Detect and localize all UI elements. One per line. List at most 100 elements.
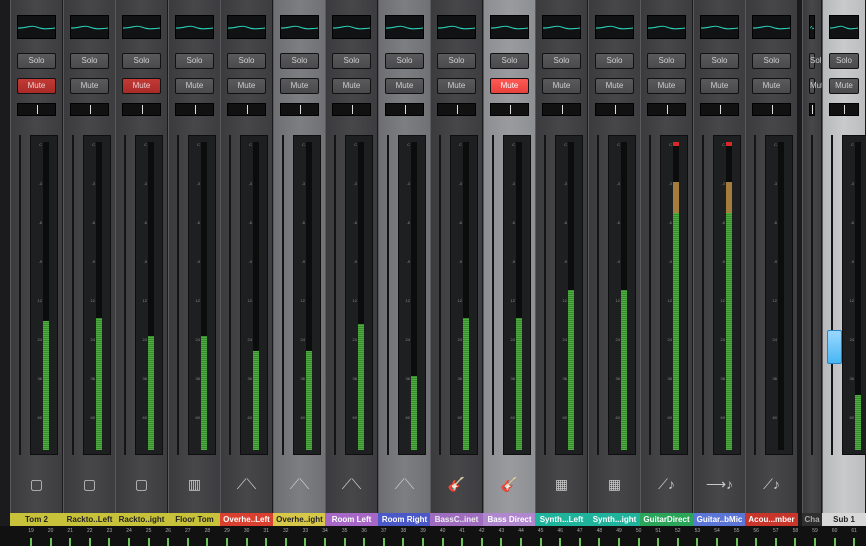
solo-button[interactable]: Solo: [17, 53, 56, 69]
routing-channel-number[interactable]: 57: [770, 528, 782, 534]
channel-name-label[interactable]: GuitarDirect: [640, 513, 693, 526]
fader-track[interactable]: [177, 135, 179, 455]
solo-button[interactable]: Solo: [829, 53, 859, 69]
solo-button[interactable]: Solo: [542, 53, 581, 69]
solo-button[interactable]: Solo: [809, 53, 826, 69]
routing-channel-number[interactable]: 46: [554, 528, 566, 534]
eq-curve-display[interactable]: [829, 15, 859, 39]
mute-button[interactable]: Mute: [175, 78, 214, 94]
routing-channel-number[interactable]: 24: [123, 528, 135, 534]
routing-channel-number[interactable]: 19: [25, 528, 37, 534]
routing-channel-number[interactable]: 48: [593, 528, 605, 534]
mute-button[interactable]: Mute: [829, 78, 859, 94]
routing-channel-number[interactable]: 56: [750, 528, 762, 534]
fader-track[interactable]: [702, 135, 704, 455]
eq-curve-display[interactable]: [542, 15, 581, 39]
solo-button[interactable]: Solo: [175, 53, 214, 69]
fader-track[interactable]: [597, 135, 599, 455]
mute-button[interactable]: Mute: [280, 78, 319, 94]
mute-button[interactable]: Mute: [752, 78, 791, 94]
pan-control[interactable]: [70, 103, 109, 116]
eq-curve-display[interactable]: [385, 15, 424, 39]
routing-channel-number[interactable]: 34: [319, 528, 331, 534]
channel-name-label[interactable]: Rackto..ight: [115, 513, 168, 526]
channel-name-label[interactable]: Tom 2: [10, 513, 63, 526]
eq-curve-display[interactable]: [175, 15, 214, 39]
solo-button[interactable]: Solo: [70, 53, 109, 69]
fader-track[interactable]: [544, 135, 546, 455]
solo-button[interactable]: Solo: [332, 53, 371, 69]
routing-channel-number[interactable]: 41: [456, 528, 468, 534]
routing-channel-number[interactable]: 59: [809, 528, 821, 534]
pan-control[interactable]: [385, 103, 424, 116]
routing-channel-number[interactable]: 29: [221, 528, 233, 534]
solo-button[interactable]: Solo: [122, 53, 161, 69]
routing-channel-number[interactable]: 37: [378, 528, 390, 534]
routing-channel-number[interactable]: 31: [260, 528, 272, 534]
eq-curve-display[interactable]: [752, 15, 791, 39]
mute-button[interactable]: Mute: [17, 78, 56, 94]
fader-track[interactable]: [334, 135, 336, 455]
pan-control[interactable]: [829, 103, 859, 116]
pan-control[interactable]: [809, 103, 815, 116]
channel-name-label[interactable]: Room Right: [378, 513, 431, 526]
routing-channel-number[interactable]: 33: [299, 528, 311, 534]
routing-channel-number[interactable]: 39: [417, 528, 429, 534]
eq-curve-display[interactable]: [647, 15, 686, 39]
eq-curve-display[interactable]: [809, 15, 815, 39]
eq-curve-display[interactable]: [700, 15, 739, 39]
pan-control[interactable]: [17, 103, 56, 116]
pan-control[interactable]: [437, 103, 476, 116]
pan-control[interactable]: [647, 103, 686, 116]
mute-button[interactable]: Mute: [595, 78, 634, 94]
routing-channel-number[interactable]: 35: [339, 528, 351, 534]
fader-track[interactable]: [387, 135, 389, 455]
routing-channel-number[interactable]: 23: [103, 528, 115, 534]
routing-channel-number[interactable]: 61: [848, 528, 860, 534]
pan-control[interactable]: [490, 103, 529, 116]
mute-button[interactable]: Mute: [122, 78, 161, 94]
mute-button[interactable]: Mute: [542, 78, 581, 94]
eq-curve-display[interactable]: [280, 15, 319, 39]
fader-track[interactable]: [831, 135, 833, 455]
channel-name-label[interactable]: BassC..inet: [430, 513, 483, 526]
eq-curve-display[interactable]: [490, 15, 529, 39]
fader-track[interactable]: [282, 135, 284, 455]
pan-control[interactable]: [595, 103, 634, 116]
channel-name-label[interactable]: Overhe..Left: [220, 513, 273, 526]
pan-control[interactable]: [332, 103, 371, 116]
channel-name-label[interactable]: Overhe..ight: [273, 513, 326, 526]
routing-channel-number[interactable]: 38: [397, 528, 409, 534]
routing-channel-number[interactable]: 55: [731, 528, 743, 534]
fader-track[interactable]: [439, 135, 441, 455]
mute-button[interactable]: Mute: [437, 78, 476, 94]
channel-name-label[interactable]: Acou...mber: [745, 513, 798, 526]
fader-track[interactable]: [754, 135, 756, 455]
eq-curve-display[interactable]: [437, 15, 476, 39]
routing-channel-number[interactable]: 27: [182, 528, 194, 534]
solo-button[interactable]: Solo: [647, 53, 686, 69]
mute-button[interactable]: Mute: [70, 78, 109, 94]
routing-channel-number[interactable]: 22: [84, 528, 96, 534]
routing-channel-number[interactable]: 50: [633, 528, 645, 534]
routing-channel-number[interactable]: 32: [280, 528, 292, 534]
pan-control[interactable]: [700, 103, 739, 116]
routing-channel-number[interactable]: 45: [535, 528, 547, 534]
mute-button[interactable]: Mute: [227, 78, 266, 94]
solo-button[interactable]: Solo: [595, 53, 634, 69]
routing-channel-number[interactable]: 36: [358, 528, 370, 534]
channel-name-label[interactable]: Sub 1: [822, 513, 866, 526]
solo-button[interactable]: Solo: [437, 53, 476, 69]
pan-control[interactable]: [280, 103, 319, 116]
channel-name-label[interactable]: Synth...ight: [588, 513, 641, 526]
channel-name-label[interactable]: Floor Tom: [168, 513, 221, 526]
pan-control[interactable]: [227, 103, 266, 116]
channel-name-label[interactable]: Bass Direct: [483, 513, 536, 526]
eq-curve-display[interactable]: [70, 15, 109, 39]
routing-channel-number[interactable]: 43: [495, 528, 507, 534]
routing-channel-number[interactable]: 60: [829, 528, 841, 534]
routing-channel-number[interactable]: 58: [789, 528, 801, 534]
pan-control[interactable]: [752, 103, 791, 116]
eq-curve-display[interactable]: [227, 15, 266, 39]
eq-curve-display[interactable]: [595, 15, 634, 39]
